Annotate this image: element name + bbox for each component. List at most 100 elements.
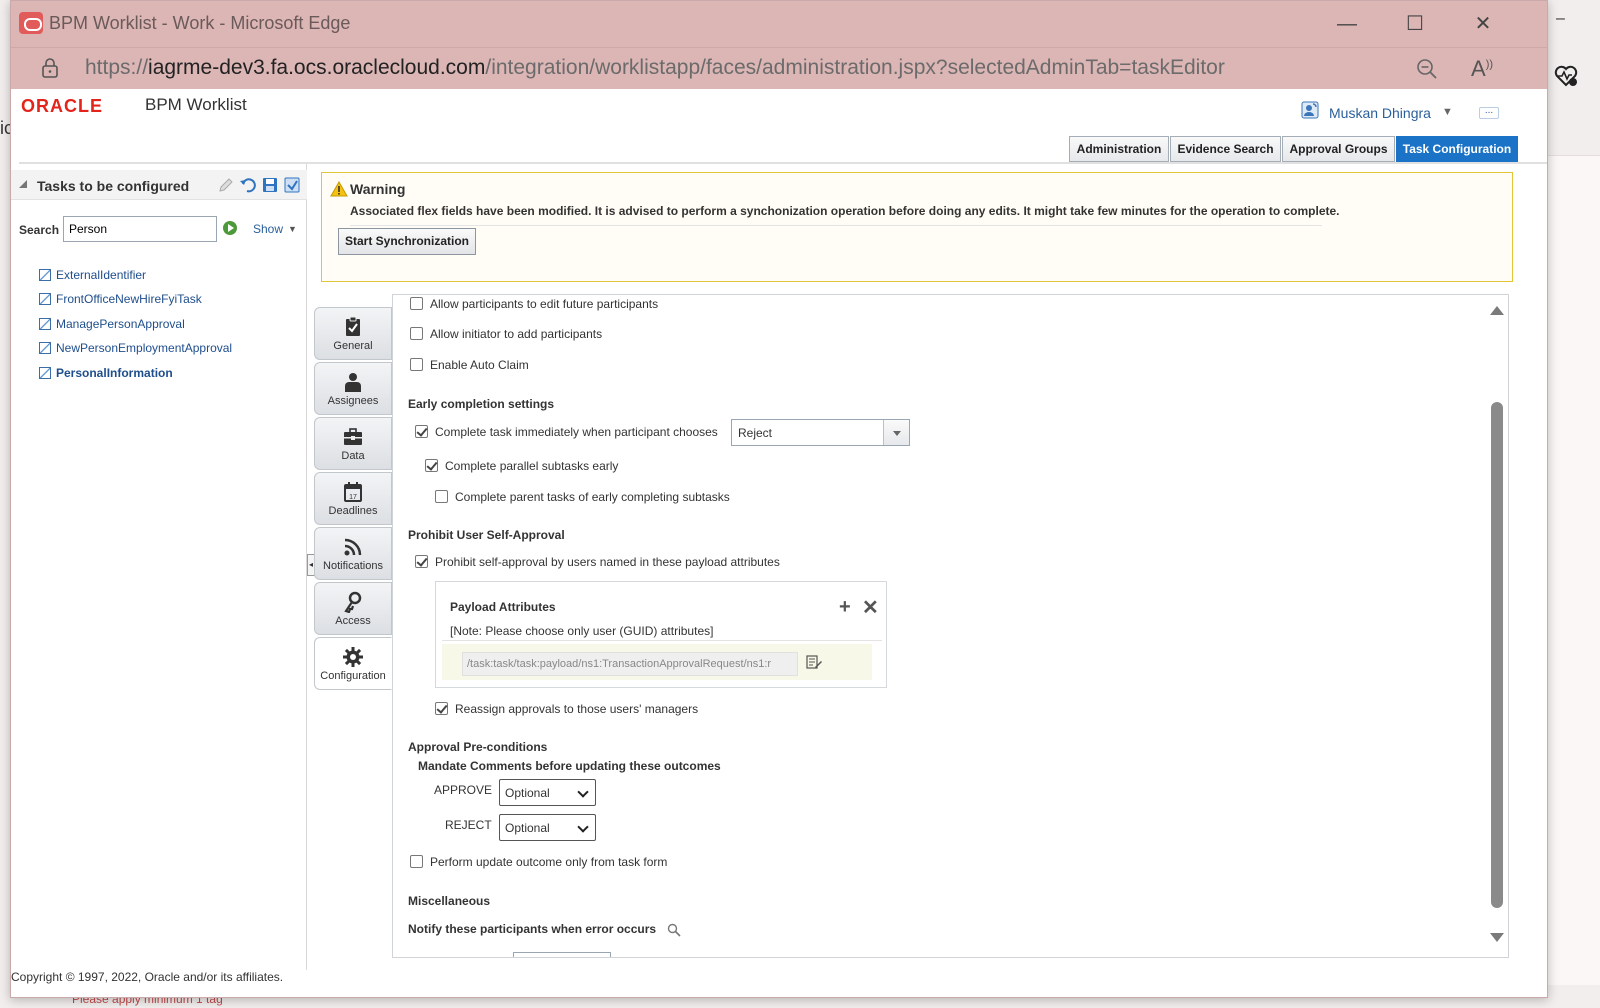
start-synchronization-button[interactable]: Start Synchronization — [338, 228, 476, 255]
tab-administration[interactable]: Administration — [1069, 136, 1169, 162]
outcome-select[interactable]: Reject — [731, 419, 910, 446]
tab-assignees[interactable]: Assignees — [314, 362, 392, 415]
early-completion-heading: Early completion settings — [408, 397, 555, 411]
approval-preconditions-heading: Approval Pre-conditions — [408, 740, 548, 754]
copyright-text: Copyright © 1997, 2022, Oracle and/or it… — [11, 970, 284, 984]
scroll-up-arrow-icon[interactable] — [1490, 306, 1504, 315]
allow-edit-future-participants-checkbox[interactable]: Allow participants to edit future partic… — [410, 297, 658, 311]
tab-task-configuration[interactable]: Task Configuration — [1396, 136, 1518, 162]
collapse-pane-icon[interactable] — [19, 180, 27, 188]
tab-approval-groups[interactable]: Approval Groups — [1282, 136, 1395, 162]
checkbox[interactable] — [410, 358, 423, 371]
enable-auto-claim-checkbox[interactable]: Enable Auto Claim — [410, 358, 529, 372]
checkbox[interactable] — [435, 702, 448, 715]
tab-label: General — [333, 340, 373, 352]
allow-initiator-add-checkbox[interactable]: Allow initiator to add participants — [410, 327, 602, 341]
person-icon — [345, 373, 361, 392]
tab-configuration[interactable]: Configuration — [314, 637, 392, 690]
checkbox-label: Prohibit self-approval by users named in… — [435, 555, 780, 569]
tab-access[interactable]: Access — [314, 582, 392, 635]
more-icon[interactable]: ... — [1479, 106, 1499, 119]
lock-icon[interactable] — [41, 58, 59, 78]
task-icon — [39, 318, 51, 330]
checkbox[interactable] — [415, 425, 428, 438]
complete-parent-tasks-checkbox[interactable]: Complete parent tasks of early completin… — [435, 490, 730, 504]
checkbox[interactable] — [415, 555, 428, 568]
approve-comments-select[interactable]: Optional — [499, 779, 596, 806]
chevron-down-icon[interactable]: ▼ — [288, 224, 297, 234]
add-icon[interactable]: + — [839, 596, 851, 619]
prohibit-self-approval-heading: Prohibit User Self-Approval — [408, 528, 565, 542]
complete-immediately-checkbox[interactable]: Complete task immediately when participa… — [415, 425, 718, 439]
tab-label: Access — [335, 615, 371, 627]
approve-label: APPROVE — [434, 783, 493, 797]
checkbox-label: Complete parent tasks of early completin… — [455, 490, 730, 504]
checkbox[interactable] — [410, 327, 423, 340]
checkbox-label: Reassign approvals to those users' manag… — [455, 702, 699, 716]
tab-label: Assignees — [327, 395, 379, 407]
search-go-icon[interactable] — [223, 221, 237, 235]
payload-attributes-box: Payload Attributes + ✕ [Note: Please cho… — [435, 581, 887, 688]
scroll-down-arrow-icon[interactable] — [1490, 933, 1504, 942]
task-list-item[interactable]: NewPersonEmploymentApproval — [39, 341, 232, 361]
url-field[interactable]: https://iagrme-dev3.fa.ocs.oraclecloud.c… — [85, 56, 1225, 80]
tab-label: Notifications — [323, 560, 383, 572]
tab-evidence-search[interactable]: Evidence Search — [1170, 136, 1281, 162]
maximize-button[interactable]: ☐ — [1395, 9, 1435, 39]
checkbox[interactable] — [435, 490, 448, 503]
user-menu[interactable]: Muskan Dhingra — [1329, 105, 1431, 121]
task-list-item[interactable]: ManagePersonApproval — [39, 317, 185, 337]
task-icon — [39, 269, 51, 281]
zoom-out-icon[interactable] — [1415, 57, 1439, 81]
briefcase-icon — [344, 428, 362, 445]
deploy-icon[interactable] — [283, 176, 301, 194]
read-aloud-icon[interactable]: A)) — [1471, 56, 1493, 82]
payload-attribute-field[interactable]: /task:task/task:payload/ns1:TransactionA… — [462, 652, 798, 676]
reject-comments-select[interactable]: Optional — [499, 814, 596, 841]
minimize-button[interactable]: — — [1327, 9, 1367, 39]
perform-update-from-form-checkbox[interactable]: Perform update outcome only from task fo… — [410, 855, 667, 869]
checkbox-label: Complete parallel subtasks early — [445, 459, 619, 473]
scrollbar-thumb[interactable] — [1491, 402, 1503, 908]
error-participants-field[interactable] — [513, 952, 611, 957]
search-icon[interactable] — [667, 923, 681, 937]
checkbox[interactable] — [410, 297, 423, 310]
tab-data[interactable]: Data — [314, 417, 392, 470]
prohibit-self-approval-checkbox[interactable]: Prohibit self-approval by users named in… — [415, 555, 780, 569]
tab-label: Data — [341, 450, 365, 462]
notify-participants-label: Notify these participants when error occ… — [408, 922, 657, 936]
show-filter-link[interactable]: Show — [253, 222, 283, 236]
chevron-down-icon — [577, 821, 589, 833]
payload-attributes-title: Payload Attributes — [450, 600, 556, 614]
edit-expression-icon[interactable] — [806, 654, 822, 670]
checkbox-label: Allow participants to edit future partic… — [430, 297, 659, 311]
chevron-down-icon[interactable]: ▼ — [1442, 106, 1453, 118]
search-label: Search — [19, 223, 60, 237]
task-item-label: PersonalInformation — [56, 366, 173, 380]
checkbox[interactable] — [425, 459, 438, 472]
checkbox[interactable] — [410, 855, 423, 868]
tasks-pane-title: Tasks to be configured — [37, 178, 190, 194]
undo-icon[interactable] — [239, 176, 257, 194]
user-sync-icon — [1301, 101, 1319, 119]
edit-pencil-icon[interactable] — [217, 176, 235, 194]
tab-deadlines[interactable]: 17 Deadlines — [314, 472, 392, 525]
task-item-label: ExternalIdentifier — [56, 268, 147, 282]
task-list-item[interactable]: ExternalIdentifier — [39, 268, 146, 288]
reassign-approvals-checkbox[interactable]: Reassign approvals to those users' manag… — [435, 702, 698, 716]
oracle-app-icon — [19, 12, 43, 34]
complete-parallel-subtasks-checkbox[interactable]: Complete parallel subtasks early — [425, 459, 618, 473]
heart-monitor-icon[interactable] — [1553, 64, 1579, 88]
checkbox-label: Enable Auto Claim — [430, 358, 529, 372]
delete-icon[interactable]: ✕ — [862, 595, 879, 620]
payload-attribute-row: /task:task/task:payload/ns1:TransactionA… — [442, 644, 872, 680]
save-icon[interactable] — [261, 176, 279, 194]
close-button[interactable]: ✕ — [1463, 9, 1503, 39]
tab-label: Configuration — [320, 670, 386, 682]
task-list-item[interactable]: FrontOfficeNewHireFyiTask — [39, 292, 202, 312]
task-list-item-selected[interactable]: PersonalInformation — [39, 366, 173, 386]
task-search-input[interactable] — [63, 216, 217, 242]
tab-general[interactable]: General — [314, 307, 392, 360]
dropdown-arrow-icon[interactable] — [883, 420, 909, 445]
tab-notifications[interactable]: Notifications — [314, 527, 392, 580]
